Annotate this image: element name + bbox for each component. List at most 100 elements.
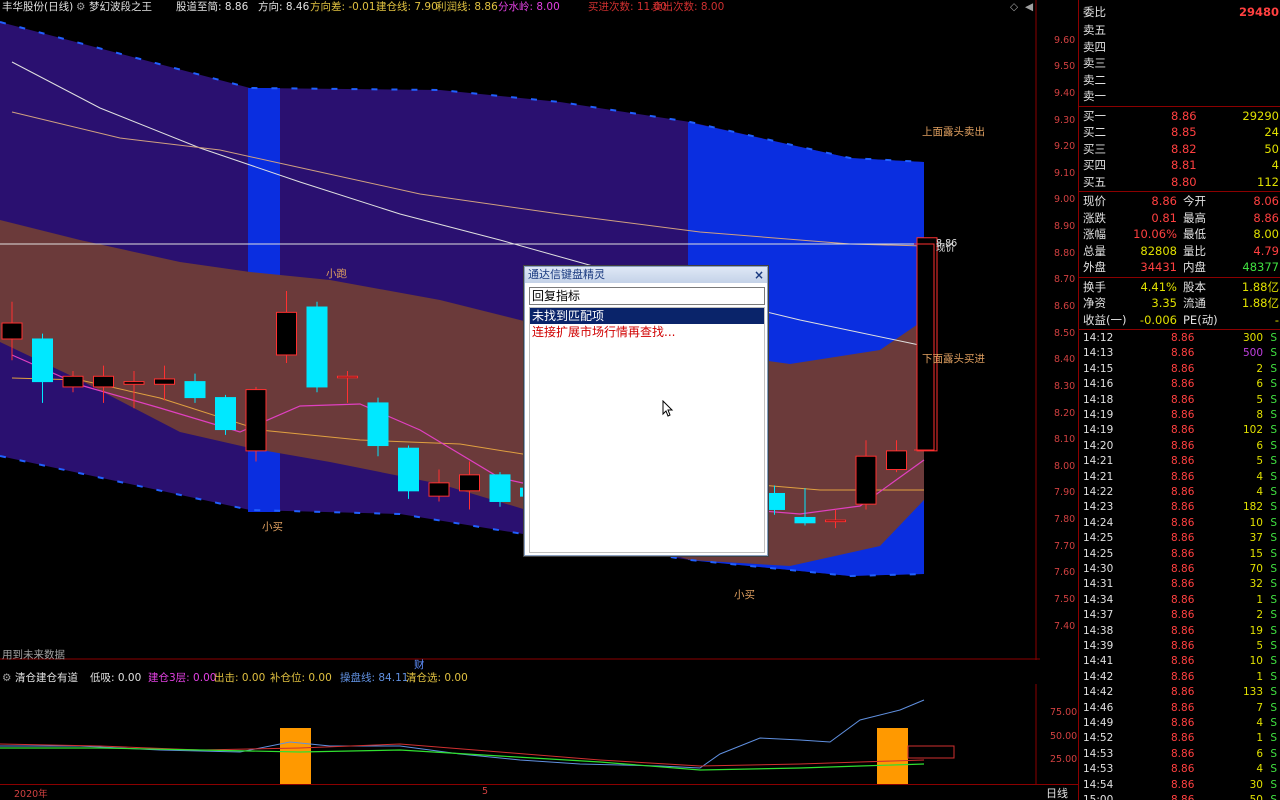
stat-row: 总量 82808 量比 4.79 [1079,243,1280,259]
tick-price: 8.86 [1171,378,1195,391]
bid-row: 买四 8.81 4 [1079,157,1280,173]
period-button[interactable]: 日线 [1046,785,1068,800]
tick-row: 14:20 8.86 6 S [1079,439,1280,454]
bid-price: 8.85 [1171,125,1197,139]
header-value: 股道至简: 8.86 [176,1,249,13]
stat-value: 4.41% [1140,279,1177,294]
tick-time: 15:00 [1083,794,1114,800]
tick-time: 14:16 [1083,378,1114,391]
ask-label: 卖一 [1083,89,1106,103]
stat-value: -0.006 [1139,312,1177,327]
candle-body[interactable] [337,375,358,379]
tick-price: 8.86 [1171,624,1195,637]
header-value: 卖出次数: 8.00 [652,1,725,13]
tick-price: 8.86 [1171,563,1195,575]
candle-body[interactable] [428,482,450,497]
bid-row: 买五 8.80 112 [1079,174,1280,190]
tick-time: 14:19 [1083,424,1114,437]
candle-body[interactable] [855,455,877,505]
annotation-xiaopao: 小跑 [326,268,347,280]
dialog-title: 通达信键盘精灵 [528,268,605,281]
stat-value: 1.88亿 [1241,296,1279,310]
tick-time: 14:46 [1083,701,1114,714]
header-value: 利润线: 8.86 [436,1,498,13]
tick-row: 14:19 8.86 8 S [1079,408,1280,423]
gear-icon[interactable]: ⚙ [2,671,11,685]
tick-volume: 133 [1242,686,1263,699]
dialog-titlebar[interactable]: 通达信键盘精灵 × [525,267,767,283]
sub-header-value: 出击: 0.00 [214,672,266,684]
candle-body[interactable] [123,381,145,385]
tick-row: 14:42 8.86 133 S [1079,685,1280,700]
red-box [907,745,955,759]
tick-side: S [1270,347,1277,360]
candle-body[interactable] [459,474,480,492]
stat-row: 净资 3.35 流通 1.88亿 [1079,295,1280,311]
stat-value: 8.06 [1253,194,1279,208]
tick-row: 14:41 8.86 10 S [1079,654,1280,669]
tick-price: 8.86 [1171,655,1195,668]
time-axis [0,784,1078,800]
candle-body[interactable] [62,375,84,388]
bid-volume: 29290 [1242,108,1279,123]
candle-body[interactable] [825,519,846,523]
tick-row: 14:13 8.86 500 S [1079,346,1280,361]
candle-body[interactable] [184,381,206,399]
tick-time: 14:31 [1083,578,1114,591]
arrow-left-icon[interactable]: ◀ [1025,0,1033,14]
candle-body[interactable] [32,338,53,383]
bid-price: 8.81 [1171,158,1197,172]
wizard-input[interactable]: 回复指标 [529,287,765,305]
candle-body[interactable] [489,474,511,502]
diamond-icon[interactable]: ◇ [1010,0,1018,14]
tick-time: 14:21 [1083,455,1114,468]
candle-body[interactable] [367,402,389,447]
tick-price: 8.86 [1171,778,1195,791]
close-icon[interactable]: × [754,267,764,283]
stat-value: 82808 [1140,243,1177,258]
gear-icon[interactable]: ⚙ [76,0,85,14]
tick-time: 14:13 [1083,347,1114,360]
candle-body[interactable] [794,516,816,524]
candle-body[interactable] [93,375,114,388]
tick-side: S [1270,655,1277,668]
ask-row: 卖三 [1079,55,1280,71]
indicator-name[interactable]: 梦幻波段之王 [89,0,152,14]
candle-body[interactable] [398,447,419,492]
ask-row: 卖二 [1079,72,1280,88]
stat-label: PE(动) [1183,312,1218,327]
bid-volume: 50 [1264,141,1279,156]
list-item[interactable]: 未找到匹配项 [530,308,764,324]
header-value: 方向差: -0.01 [310,1,376,13]
bid-row: 买二 8.85 24 [1079,124,1280,140]
candle-body[interactable] [306,306,328,388]
sub-indicator-name[interactable]: 清仓建仓有道 [15,671,78,685]
time-axis-month: 5 [482,786,489,797]
stat-value: 10.06% [1133,227,1177,241]
list-item[interactable]: 连接扩展市场行情再查找... [530,324,764,340]
stat-label: 最低 [1183,227,1206,241]
tick-side: S [1270,578,1277,591]
candle-body[interactable] [245,389,267,452]
divider [1079,105,1280,107]
tick-row: 14:53 8.86 4 S [1079,762,1280,777]
sub-indicator-chart[interactable] [0,684,1040,784]
tick-row: 14:31 8.86 32 S [1079,577,1280,592]
keyboard-wizard-dialog[interactable]: 通达信键盘精灵 × 回复指标 未找到匹配项 连接扩展市场行情再查找... [524,266,768,556]
stat-row: 现价 8.86 今开 8.06 [1079,193,1280,209]
candle-body[interactable] [215,397,236,431]
tick-time: 14:41 [1083,655,1114,668]
finance-marker[interactable]: 财 [414,657,425,672]
stat-label: 总量 [1083,243,1106,258]
stock-name[interactable]: 丰华股份(日线) [2,0,73,14]
tick-side: S [1270,593,1277,606]
candle-body[interactable] [154,378,175,385]
candle-body[interactable] [1,322,23,340]
candle-body[interactable] [886,450,907,471]
tick-volume: 5 [1256,455,1263,468]
annotation-xiaomai-2: 小买 [734,589,755,601]
candle-body[interactable] [276,311,297,356]
wizard-results[interactable]: 未找到匹配项 连接扩展市场行情再查找... [529,307,765,553]
price-tick-label: 8.30 [1054,380,1076,392]
kline-chart[interactable] [0,0,1040,660]
